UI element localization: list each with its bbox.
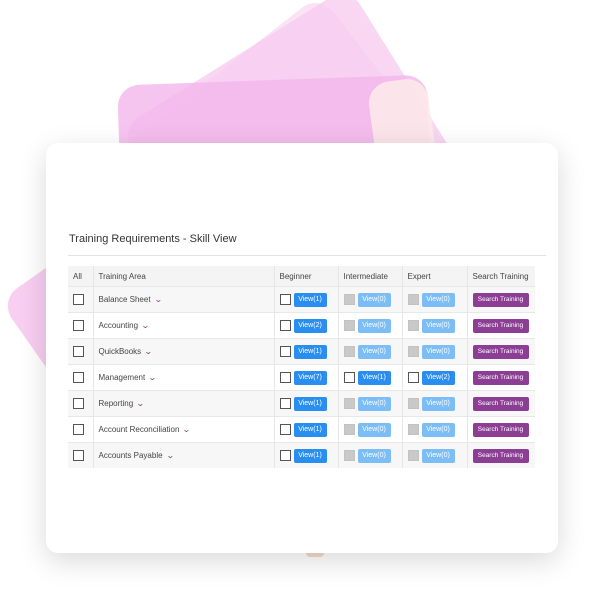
- column-header-beginner: Beginner: [274, 266, 339, 287]
- training-area-cell[interactable]: Accounting ⌄: [93, 312, 275, 339]
- search-training-button[interactable]: Search Training: [472, 422, 529, 437]
- page-title: Training Requirements - Skill View: [69, 233, 237, 245]
- beginner-view-button[interactable]: View(1): [293, 292, 327, 307]
- chevron-down-icon[interactable]: ⌄: [136, 399, 145, 408]
- skill-view-card: Training Requirements - Skill View All T…: [46, 143, 558, 553]
- table-row: Reporting ⌄ View(1) View(0) View(0) Searc…: [68, 390, 535, 417]
- table-row: Accounting ⌄ View(2) View(0) View(0) Sear…: [68, 312, 535, 339]
- beginner-view-button[interactable]: View(1): [293, 396, 327, 411]
- intermediate-view-button[interactable]: View(0): [357, 292, 391, 307]
- chevron-down-icon[interactable]: ⌄: [154, 295, 163, 304]
- table-row: Account Reconciliation ⌄ View(1) View(0) …: [68, 416, 535, 443]
- column-header-search-training: Search Training: [467, 266, 535, 287]
- beginner-checkbox[interactable]: [279, 346, 291, 357]
- intermediate-checkbox: [343, 398, 355, 409]
- table-row: Accounts Payable ⌄ View(1) View(0) View(0…: [68, 442, 535, 468]
- beginner-view-button[interactable]: View(1): [293, 448, 327, 463]
- row-select-checkbox[interactable]: [73, 372, 84, 383]
- search-training-button[interactable]: Search Training: [472, 292, 529, 307]
- beginner-view-button[interactable]: View(7): [293, 370, 327, 385]
- chevron-down-icon[interactable]: ⌄: [182, 425, 191, 434]
- expert-checkbox[interactable]: [407, 372, 419, 383]
- search-training-button[interactable]: Search Training: [472, 396, 529, 411]
- beginner-checkbox[interactable]: [279, 450, 291, 461]
- intermediate-view-button[interactable]: View(1): [357, 370, 391, 385]
- row-select-checkbox[interactable]: [73, 346, 84, 357]
- intermediate-checkbox: [343, 320, 355, 331]
- intermediate-checkbox[interactable]: [343, 372, 355, 383]
- column-header-intermediate: Intermediate: [338, 266, 403, 287]
- row-select-checkbox[interactable]: [73, 294, 84, 305]
- row-select-checkbox[interactable]: [73, 320, 84, 331]
- expert-checkbox: [407, 398, 419, 409]
- table-row: Management ⌄ View(7) View(1) View(2) Sear…: [68, 364, 535, 391]
- training-area-label: Reporting: [98, 399, 134, 408]
- training-area-cell[interactable]: QuickBooks ⌄: [93, 338, 275, 365]
- intermediate-checkbox: [343, 346, 355, 357]
- column-header-expert: Expert: [402, 266, 468, 287]
- column-header-training-area: Training Area: [93, 266, 275, 287]
- intermediate-checkbox: [343, 294, 355, 305]
- beginner-checkbox[interactable]: [279, 398, 291, 409]
- training-area-cell[interactable]: Management ⌄: [93, 364, 275, 391]
- expert-view-button[interactable]: View(0): [421, 396, 455, 411]
- search-training-button[interactable]: Search Training: [472, 370, 529, 385]
- expert-view-button[interactable]: View(0): [421, 292, 455, 307]
- beginner-checkbox[interactable]: [279, 294, 291, 305]
- intermediate-view-button[interactable]: View(0): [357, 318, 391, 333]
- training-area-cell[interactable]: Accounts Payable ⌄: [93, 442, 275, 468]
- expert-view-button[interactable]: View(0): [421, 448, 455, 463]
- row-select-checkbox[interactable]: [73, 398, 84, 409]
- expert-checkbox: [407, 320, 419, 331]
- table-row: Balance Sheet ⌄ View(1) View(0) View(0) S…: [68, 286, 535, 313]
- intermediate-checkbox: [343, 424, 355, 435]
- intermediate-view-button[interactable]: View(0): [357, 422, 391, 437]
- search-training-button[interactable]: Search Training: [472, 448, 529, 463]
- expert-checkbox: [407, 294, 419, 305]
- chevron-down-icon[interactable]: ⌄: [148, 373, 157, 382]
- expert-checkbox: [407, 450, 419, 461]
- training-area-cell[interactable]: Reporting ⌄: [93, 390, 275, 417]
- intermediate-view-button[interactable]: View(0): [357, 344, 391, 359]
- row-select-checkbox[interactable]: [73, 424, 84, 435]
- training-area-label: Account Reconciliation: [98, 425, 180, 434]
- beginner-view-button[interactable]: View(1): [293, 344, 327, 359]
- intermediate-checkbox: [343, 450, 355, 461]
- expert-view-button[interactable]: View(0): [421, 318, 455, 333]
- training-area-label: Balance Sheet: [98, 295, 151, 304]
- training-area-label: Management: [98, 373, 146, 382]
- table-header-row: All Training Area Beginner Intermediate …: [68, 266, 535, 287]
- beginner-checkbox[interactable]: [279, 320, 291, 331]
- expert-checkbox: [407, 346, 419, 357]
- training-area-label: Accounts Payable: [98, 451, 163, 460]
- chevron-down-icon[interactable]: ⌄: [144, 347, 153, 356]
- beginner-view-button[interactable]: View(1): [293, 422, 327, 437]
- training-area-cell[interactable]: Balance Sheet ⌄: [93, 286, 275, 313]
- training-requirements-table: All Training Area Beginner Intermediate …: [68, 266, 535, 468]
- expert-view-button[interactable]: View(2): [421, 370, 455, 385]
- training-area-cell[interactable]: Account Reconciliation ⌄: [93, 416, 275, 443]
- search-training-button[interactable]: Search Training: [472, 318, 529, 333]
- table-row: QuickBooks ⌄ View(1) View(0) View(0) Sear…: [68, 338, 535, 365]
- training-area-label: QuickBooks: [98, 347, 142, 356]
- intermediate-view-button[interactable]: View(0): [357, 396, 391, 411]
- beginner-view-button[interactable]: View(2): [293, 318, 327, 333]
- expert-view-button[interactable]: View(0): [421, 422, 455, 437]
- chevron-down-icon[interactable]: ⌄: [141, 321, 150, 330]
- expert-checkbox: [407, 424, 419, 435]
- row-select-checkbox[interactable]: [73, 450, 84, 461]
- training-area-label: Accounting: [98, 321, 139, 330]
- expert-view-button[interactable]: View(0): [421, 344, 455, 359]
- chevron-down-icon[interactable]: ⌄: [166, 451, 175, 460]
- beginner-checkbox[interactable]: [279, 372, 291, 383]
- title-divider: [68, 255, 546, 256]
- column-header-all: All: [68, 266, 94, 287]
- search-training-button[interactable]: Search Training: [472, 344, 529, 359]
- intermediate-view-button[interactable]: View(0): [357, 448, 391, 463]
- beginner-checkbox[interactable]: [279, 424, 291, 435]
